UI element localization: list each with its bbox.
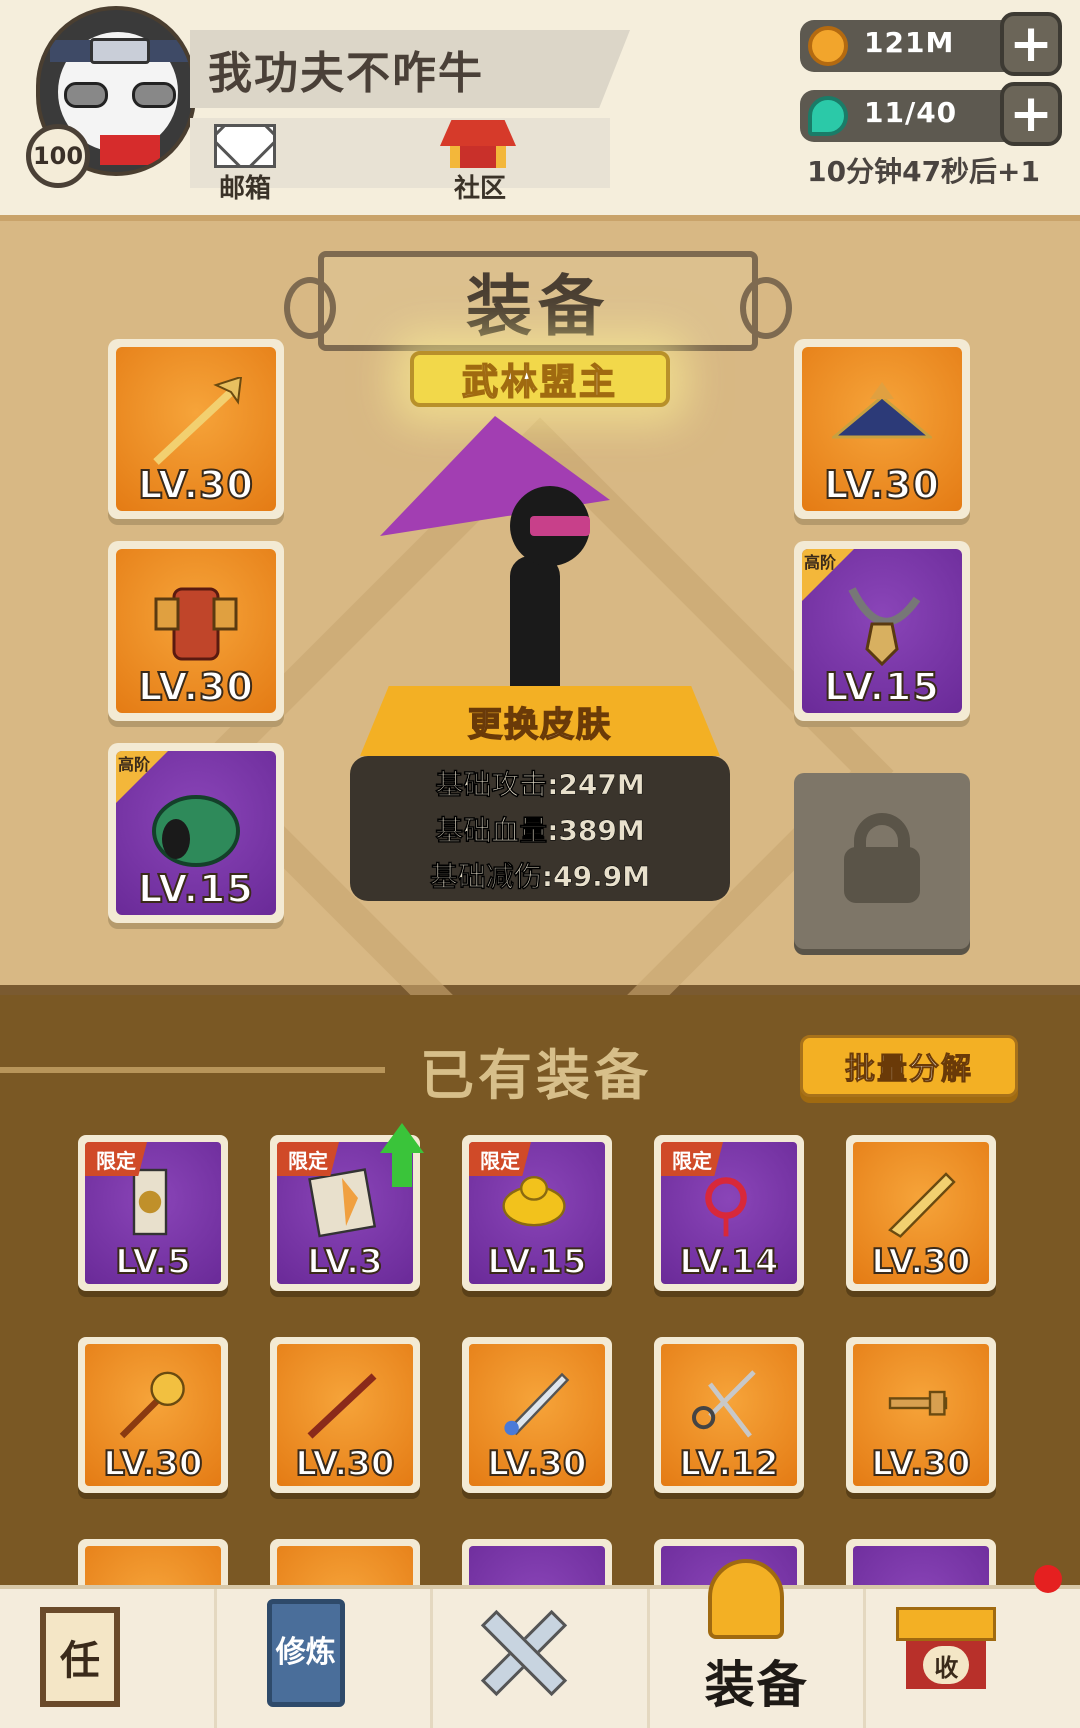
owned-title: 已有装备 (420, 1044, 652, 1107)
mace-icon (119, 1371, 185, 1439)
add-energy-button[interactable]: + (1000, 82, 1062, 146)
broadsword-icon (888, 1172, 956, 1238)
owned-item[interactable] (462, 1539, 612, 1585)
slot-level: LV.30 (137, 664, 254, 710)
temple-icon (440, 120, 516, 146)
mail-button[interactable]: 邮箱 (210, 124, 280, 204)
item-level: LV.30 (870, 1443, 971, 1485)
item-level: LV.3 (306, 1241, 384, 1283)
top-bar: 100 我功夫不咋牛 邮箱 社区 121M + 11/40 + 10分钟47秒后… (0, 0, 1080, 215)
equipment-panel: 装备 LV.30 LV.30 高阶 LV.15 LV.30 高阶 LV.15 武… (0, 215, 1080, 1125)
sword-icon (504, 1372, 570, 1436)
add-coins-button[interactable]: + (1000, 12, 1062, 76)
item-level: LV.30 (486, 1443, 587, 1485)
owned-equipment-panel: 已有装备 批量分解 限定 LV.5 限定 LV.3 限定 LV.15 限定 LV… (0, 995, 1080, 1585)
equip-slot-hat[interactable]: LV.30 (794, 339, 970, 519)
equip-slot-locked[interactable] (794, 773, 970, 949)
equip-slot-weapon[interactable]: LV.30 (108, 339, 284, 519)
item-level: LV.30 (102, 1443, 203, 1485)
item-level: LV.14 (678, 1241, 779, 1283)
nav-shop[interactable]: 收 (866, 1565, 1080, 1728)
stat-health: 基础血量:389M (435, 814, 645, 848)
coin-counter: 121M + (800, 12, 1062, 76)
helmet-icon (707, 1559, 784, 1639)
item-level: LV.12 (678, 1443, 779, 1485)
change-skin-button[interactable]: 更换皮肤 (360, 686, 720, 756)
bottom-nav: 任 修炼 装备 收 (0, 1559, 1080, 1728)
book-icon: 修炼 (266, 1599, 345, 1707)
energy-drop-icon (808, 96, 848, 136)
slot-level: LV.30 (137, 462, 254, 508)
scroll-icon: 任 (40, 1607, 120, 1707)
owned-item[interactable]: LV.30 (270, 1337, 420, 1493)
owned-item[interactable]: LV.30 (78, 1337, 228, 1493)
coin-icon (808, 26, 848, 66)
owned-item[interactable]: 限定 LV.5 (78, 1135, 228, 1291)
player-name: 我功夫不咋牛 (190, 30, 630, 108)
straw-hat-icon (832, 382, 932, 439)
coin-value: 121M (864, 26, 955, 59)
owned-item[interactable]: 限定 LV.15 (462, 1135, 612, 1291)
crossed-swords-icon (473, 1603, 573, 1703)
base-stats-panel: 基础攻击:247M 基础血量:389M 基础减伤:49.9M (350, 756, 730, 901)
slot-level: LV.15 (137, 866, 254, 912)
owned-item[interactable]: LV.30 (846, 1337, 996, 1493)
high-tier-label: 高阶 (118, 755, 151, 774)
owned-item[interactable]: LV.30 (846, 1135, 996, 1291)
shop-icon: 收 (896, 1607, 997, 1697)
shop-sign: 收 (923, 1646, 970, 1684)
equipment-title: 装备 (284, 251, 792, 351)
energy-timer: 10分钟47秒后+1 (807, 155, 1040, 188)
armor-icon (154, 587, 238, 661)
nav-tasks[interactable]: 任 (0, 1589, 217, 1728)
high-tier-label: 高阶 (804, 553, 837, 572)
item-level: LV.30 (294, 1443, 395, 1485)
nav-battle[interactable] (433, 1589, 650, 1728)
envelope-icon (214, 124, 276, 168)
item-level: LV.5 (114, 1241, 192, 1283)
owned-item[interactable]: LV.30 (462, 1337, 612, 1493)
player-avatar[interactable]: 100 (18, 6, 198, 188)
spear-icon (153, 377, 243, 465)
stat-attack: 基础攻击:247M (435, 768, 645, 802)
owned-item[interactable]: 限定 LV.14 (654, 1135, 804, 1291)
limited-tag: 限定 (661, 1142, 723, 1176)
title-divider (0, 1067, 385, 1073)
item-level: LV.15 (486, 1241, 587, 1283)
stat-defense: 基础减伤:49.9M (429, 860, 651, 894)
notification-dot (1033, 1565, 1062, 1593)
player-level-badge: 100 (26, 124, 90, 188)
equip-slot-necklace[interactable]: 高阶 LV.15 (794, 541, 970, 721)
limited-tag: 限定 (85, 1142, 147, 1176)
staff-icon (307, 1373, 377, 1439)
owned-item[interactable] (846, 1539, 996, 1585)
owned-item[interactable] (78, 1539, 228, 1585)
energy-value: 11/40 (864, 96, 958, 129)
owned-item[interactable] (270, 1539, 420, 1585)
key-icon (888, 1390, 948, 1416)
limited-tag: 限定 (469, 1142, 531, 1176)
mail-label: 邮箱 (218, 174, 271, 204)
nav-cultivate[interactable]: 修炼 (217, 1589, 434, 1728)
owned-item[interactable]: LV.12 (654, 1337, 804, 1493)
slot-level: LV.30 (823, 462, 940, 508)
equip-slot-bracer[interactable]: 高阶 LV.15 (108, 743, 284, 923)
community-label: 社区 (453, 174, 506, 204)
nav-equipment[interactable]: 装备 (650, 1559, 867, 1728)
item-level: LV.30 (870, 1241, 971, 1283)
energy-counter: 11/40 + (800, 82, 1062, 146)
batch-decompose-button[interactable]: 批量分解 (800, 1035, 1018, 1097)
scissors-icon (692, 1370, 756, 1438)
nav-equipment-label: 装备 (704, 1656, 809, 1714)
limited-tag: 限定 (277, 1142, 339, 1176)
upgrade-arrow-icon (380, 1123, 424, 1187)
community-button[interactable]: 社区 (440, 120, 520, 205)
equip-slot-armor[interactable]: LV.30 (108, 541, 284, 721)
slot-level: LV.15 (823, 664, 940, 710)
